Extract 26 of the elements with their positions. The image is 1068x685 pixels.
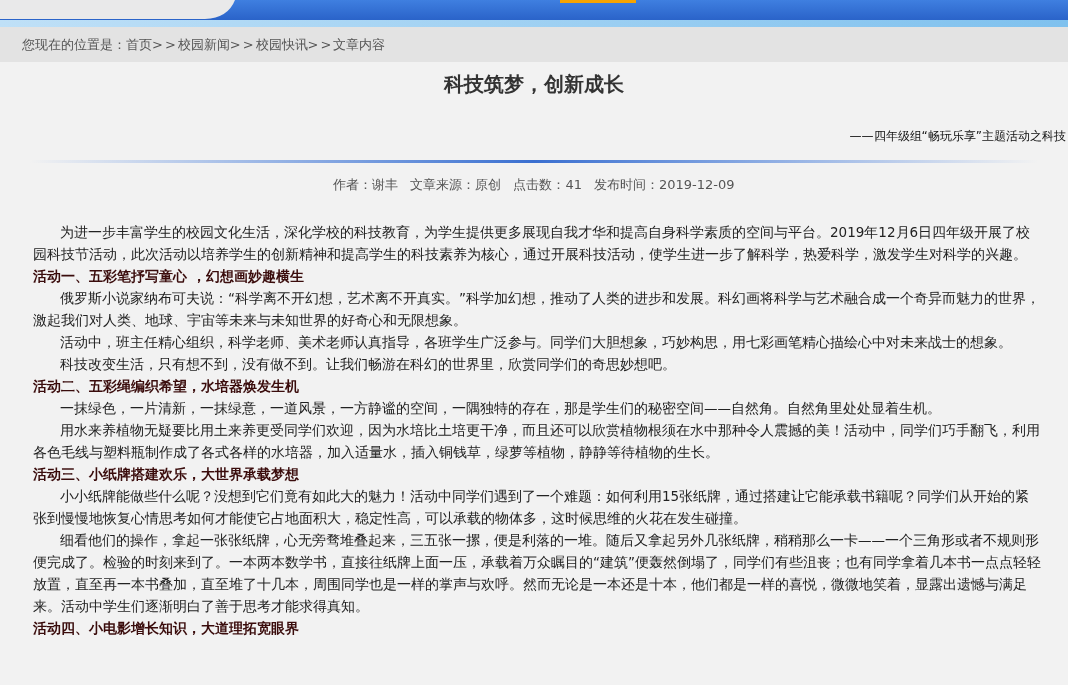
section-heading: 活动二、五彩绳编织希望，水培器焕发生机 — [33, 376, 300, 396]
section-heading: 活动三、小纸牌搭建欢乐，大世界承载梦想 — [33, 464, 300, 484]
section-heading: 活动四、小电影增长知识，大道理拓宽眼界 — [33, 618, 300, 638]
paragraph: 活动中，班主任精心组织，科学老师、美术老师认真指导，各班学生广泛参与。同学们大胆想象，巧妙构思，用七彩画笔精心描绘心中对未来战士的想象。 — [59, 332, 1013, 352]
breadcrumb-link[interactable]: 校园快讯 — [255, 34, 308, 55]
article-meta: 发布时间：2019-12-09 — [594, 176, 735, 194]
paragraph: 小小纸牌能做些什么呢？没想到它们竟有如此大的魅力！活动中同学们遇到了一个难题：如何利用15张纸牌，通过搭建让它能承载书籍呢？同学们从开始的紧张到慢慢地恢复心情思考如何才能使它占地面积大，稳定性高，可以承载的物体多，这时候思维的火花在发生碰撞。 — [33, 486, 1031, 528]
article-meta: 点击数：41 — [513, 176, 582, 194]
paragraph: 细看他们的操作，拿起一张张纸牌，心无旁骛堆叠起来，三五张一摞，便是利落的一堆。随后又拿起另外几张纸牌，稍稍那么一卡——一个三角形或者不规则形便完成了。检验的时刻来到了。一本两本数学书，直接往纸牌上面一压，承载着万众瞩目的“建筑”便轰然倒塌了，同学们有些沮丧；也有同学拿着几本书一点点轻轻放置，直至再一本书叠加，直至堆了十几本，周围同学也是一样的掌声与欢呼。然而无论是一本还是十本，他们都是一样的喜悦，微微地笑着，显露出遗憾与满足来。活动中学生们逐渐明白了善于思考才能求得真知。 — [33, 530, 1042, 616]
breadcrumb-link[interactable]: 校园新闻 — [177, 34, 230, 55]
breadcrumb-link[interactable]: 首页 — [126, 34, 152, 55]
paragraph: 为进一步丰富学生的校园文化生活，深化学校的科技教育，为学生提供更多展现自我才华和提高自身科学素质的空间与平台。2019年12月6日四年级开展了校园科技节活动，此次活动以培养学生的创新精神和提高学生的科技素养为核心，通过开展科技活动，使学生进一步了解科学，热爱科学，激发学生对科学的兴趣。 — [33, 222, 1032, 264]
breadcrumb-separator: >> — [307, 35, 334, 54]
section-heading: 活动一、五彩笔抒写童心 ，幻想画妙趣横生 — [33, 266, 305, 286]
article-meta: 文章来源：原创 — [410, 176, 502, 194]
paragraph: 科技改变生活，只有想不到，没有做不到。让我们畅游在科幻的世界里，欣赏同学们的奇思妙想吧。 — [59, 354, 677, 374]
breadcrumb-label: 您现在的位置是： — [22, 35, 126, 54]
paragraph: 用水来养植物无疑要比用土来养更受同学们欢迎，因为水培比土培更干净，而且还可以欣赏植物根须在水中那种令人震撼的美！活动中，同学们巧手翻飞，利用各色毛线与塑料瓶制作成了各式各样的水培器，加入适量水，插入铜钱草，绿萝等植物，静静等待植物的生长。 — [33, 420, 1041, 462]
breadcrumb-separator: >> — [229, 35, 256, 54]
paragraph: 俄罗斯小说家纳布可夫说：“科学离不开幻想，艺术离不开真实。”科学加幻想，推动了人类的进步和发展。科幻画将科学与艺术融合成一个奇异而魅力的世界，激起我们对人类、地球、宇宙等未来与未知世界的好奇心和无限想象。 — [33, 288, 1041, 330]
paragraph: 一抹绿色，一片清新，一抹绿意，一道风景，一方静谧的空间，一隅独特的存在，那是学生们的秘密空间——自然角。自然角里处处显着生机。 — [59, 398, 942, 418]
article-meta: 作者：谢丰 — [333, 176, 399, 194]
article-title: 科技筑梦，创新成长 — [442, 71, 625, 98]
article-subtitle: ——四年级组“畅玩乐享”主题活动之科技 — [849, 128, 1067, 145]
breadcrumb-separator: >> — [152, 35, 178, 54]
breadcrumb-link[interactable]: 文章内容 — [333, 34, 386, 55]
